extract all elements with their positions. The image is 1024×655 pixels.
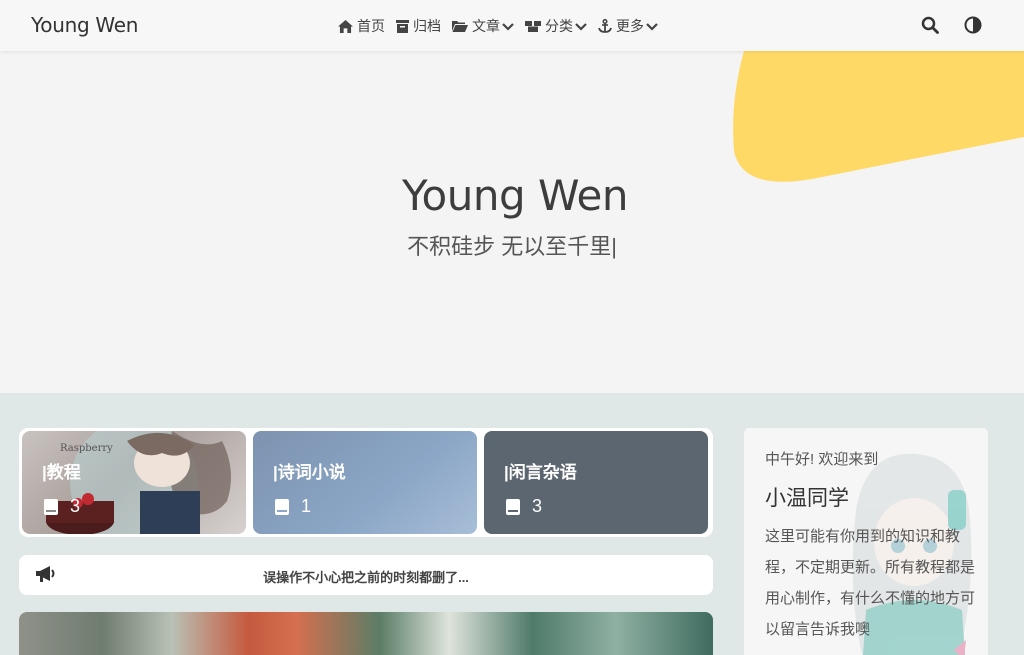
category-card-poetry[interactable]: |诗词小说 1 [253, 431, 477, 534]
chevron-down-icon [502, 22, 514, 31]
menu-item-label: 更多 [616, 18, 644, 34]
menu-item-label: 首页 [357, 18, 385, 34]
category-count: 3 [70, 496, 81, 516]
greeting-text: 中午好! 欢迎来到 [765, 451, 879, 468]
category-count-row: 3 [44, 496, 80, 517]
notice-bar[interactable]: 误操作不小心把之前的时刻都删了... [19, 555, 713, 595]
menu-item-label: 归档 [413, 18, 441, 34]
menu-item-articles[interactable]: 文章 [452, 16, 514, 36]
main-menu: 首页 归档 文章 分类 更多 [338, 16, 669, 36]
menu-item-home[interactable]: 首页 [338, 16, 385, 36]
anchor-icon [598, 19, 612, 33]
hero-section: Young Wen 不积硅步 无以至千里| [0, 51, 1024, 393]
welcome-card: 中午好! 欢迎来到 小温同学 这里可能有你用到的知识和教程，不定期更新。所有教程… [743, 427, 989, 655]
nav-actions [896, 16, 982, 34]
category-card-tutorial[interactable]: Raspberry |教程 3 [22, 431, 246, 534]
chevron-down-icon [575, 22, 587, 31]
category-count: 1 [301, 496, 312, 516]
search-button[interactable] [921, 16, 939, 34]
menu-item-categories[interactable]: 分类 [525, 16, 587, 36]
archive-icon [396, 19, 409, 33]
category-card-misc[interactable]: |闲言杂语 3 [484, 431, 708, 534]
category-label: |教程 [42, 463, 81, 482]
theme-toggle-button[interactable] [964, 16, 982, 34]
category-cards: Raspberry |教程 3 |诗词小说 1 |闲言杂语 3 [19, 428, 713, 537]
folder-icon [452, 21, 468, 32]
hero-subtitle: 不积硅步 无以至千里| [407, 234, 617, 259]
theme-toggle-icon [964, 16, 982, 34]
boxes-icon [525, 21, 541, 32]
category-label: |诗词小说 [273, 463, 346, 482]
chevron-down-icon [646, 22, 658, 31]
content-area: Raspberry |教程 3 |诗词小说 1 |闲言杂语 3 误操作不小心把之… [0, 393, 1024, 655]
category-count-row: 1 [275, 496, 311, 517]
menu-item-label: 文章 [472, 18, 500, 34]
top-navbar: Young Wen 首页 归档 文章 分类 更多 [0, 0, 1024, 51]
decorative-blob [733, 51, 1024, 182]
menu-item-label: 分类 [545, 18, 573, 34]
site-brand[interactable]: Young Wen [31, 13, 138, 37]
category-count-row: 3 [506, 496, 542, 517]
site-description: 这里可能有你用到的知识和教程，不定期更新。所有教程都是用心制作，有什么不懂的地方… [765, 528, 976, 638]
author-name: 小温同学 [765, 487, 849, 510]
notice-text: 误操作不小心把之前的时刻都删了... [263, 570, 469, 585]
post-cover-image[interactable] [19, 612, 713, 655]
menu-item-archive[interactable]: 归档 [396, 16, 441, 36]
book-icon [275, 498, 289, 515]
svg-text:Raspberry: Raspberry [60, 443, 113, 454]
search-icon [921, 16, 939, 34]
book-icon [44, 498, 58, 515]
book-icon [506, 498, 520, 515]
category-count: 3 [532, 496, 543, 516]
menu-item-more[interactable]: 更多 [598, 16, 658, 36]
category-label: |闲言杂语 [504, 463, 577, 482]
hero-title: Young Wen [401, 171, 629, 220]
home-icon [338, 19, 353, 33]
